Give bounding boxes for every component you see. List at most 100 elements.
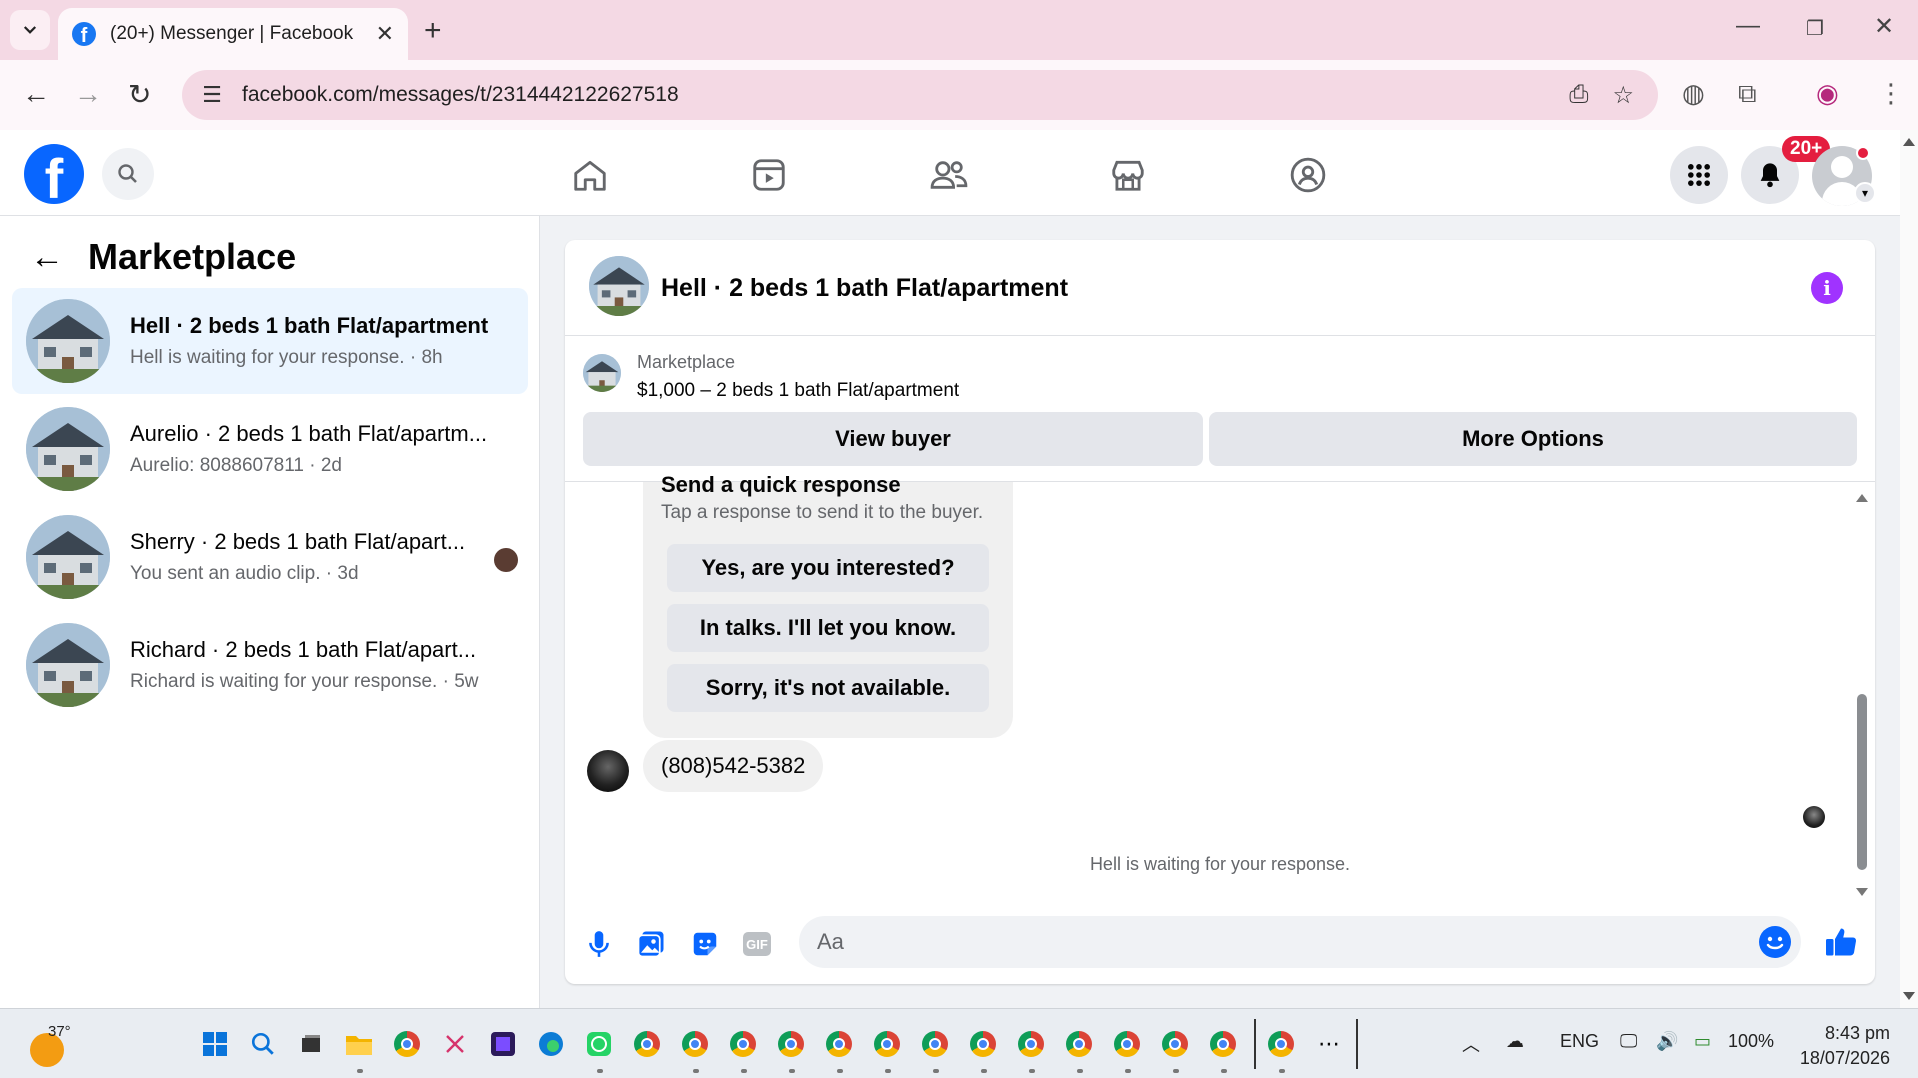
- edge-icon: [539, 1032, 563, 1056]
- nav-home[interactable]: [565, 150, 615, 200]
- clock-date: 18/07/2026: [1799, 1048, 1890, 1069]
- taskbar-chrome-profile[interactable]: [1016, 1029, 1046, 1059]
- taskbar-chrome-app[interactable]: [392, 1029, 422, 1059]
- running-indicator: [1221, 1069, 1227, 1073]
- quick-response-button[interactable]: In talks. I'll let you know.: [667, 604, 989, 652]
- browser-menu-icon[interactable]: ⋮: [1878, 78, 1904, 109]
- emoji-icon[interactable]: [1759, 926, 1791, 958]
- voice-clip-button[interactable]: [581, 926, 617, 962]
- message-input[interactable]: Aa: [799, 916, 1801, 968]
- restore-icon[interactable]: ❐: [1806, 16, 1824, 41]
- chat-scroll-thumb[interactable]: [1857, 694, 1867, 870]
- conversation-item[interactable]: Sherry · 2 beds 1 bath Flat/apart... You…: [12, 504, 528, 610]
- close-window-icon[interactable]: ✕: [1874, 12, 1894, 41]
- nav-groups[interactable]: [1283, 150, 1333, 200]
- taskbar-chrome-profile[interactable]: [1064, 1029, 1094, 1059]
- info-icon[interactable]: i: [1811, 272, 1843, 304]
- taskbar-chrome-app[interactable]: [632, 1029, 662, 1059]
- listing-label: Marketplace: [637, 352, 736, 372]
- tray-chevron-up-icon[interactable]: ︿: [1462, 1031, 1480, 1057]
- install-app-icon[interactable]: ⎙: [1569, 81, 1588, 109]
- taskbar-chrome-profile[interactable]: [1208, 1029, 1238, 1059]
- panel-title: Marketplace: [88, 236, 297, 277]
- close-tab-icon[interactable]: ✕: [376, 21, 394, 47]
- site-settings-icon[interactable]: ☰: [196, 82, 228, 108]
- start-button[interactable]: [200, 1029, 230, 1059]
- profile-icon[interactable]: ◉: [1816, 78, 1839, 109]
- taskbar-chrome-profile[interactable]: [728, 1029, 758, 1059]
- taskbar-chrome-profile[interactable]: [872, 1029, 902, 1059]
- system-clock[interactable]: 8:43 pm 18/07/2026: [1800, 1021, 1890, 1071]
- view-buyer-button[interactable]: View buyer: [583, 412, 1203, 466]
- tab-search-dropdown[interactable]: [10, 10, 50, 50]
- forward-arrow-icon[interactable]: →: [74, 78, 102, 110]
- taskbar-whatsapp-app[interactable]: [584, 1029, 614, 1059]
- task-view-button[interactable]: [296, 1029, 326, 1059]
- network-icon[interactable]: 🖵: [1620, 1031, 1637, 1052]
- account-chevron-icon[interactable]: ▾: [1854, 182, 1876, 204]
- taskbar-chrome-profile[interactable]: [824, 1029, 854, 1059]
- listing-price[interactable]: $1,000 – 2 beds 1 bath Flat/apartment: [637, 380, 959, 402]
- taskbar-edge-app[interactable]: [536, 1029, 566, 1059]
- listing-house-thumbnail: [26, 515, 110, 599]
- reload-icon[interactable]: ↻: [128, 78, 151, 111]
- scissors-icon: [446, 1035, 464, 1053]
- new-tab-button[interactable]: +: [424, 14, 442, 48]
- onedrive-cloud-icon[interactable]: ☁: [1506, 1031, 1524, 1052]
- quick-response-button[interactable]: Sorry, it's not available.: [667, 664, 989, 712]
- volume-icon[interactable]: 🔊: [1656, 1031, 1678, 1052]
- menu-grid-button[interactable]: [1670, 146, 1728, 204]
- nav-video[interactable]: [744, 150, 794, 200]
- battery-icon[interactable]: ▭: [1694, 1031, 1711, 1052]
- bookmark-star-icon[interactable]: ☆: [1612, 81, 1634, 110]
- minimize-icon[interactable]: —: [1736, 12, 1760, 40]
- sender-avatar[interactable]: [587, 750, 629, 792]
- taskbar-chrome-profile[interactable]: [968, 1029, 998, 1059]
- sticker-button[interactable]: [687, 926, 723, 962]
- snipping-tool-app[interactable]: [440, 1029, 470, 1059]
- back-arrow-icon[interactable]: ←: [30, 238, 64, 277]
- more-options-button[interactable]: More Options: [1209, 412, 1857, 466]
- running-indicator: [693, 1069, 699, 1073]
- conversation-item[interactable]: Aurelio · 2 beds 1 bath Flat/apartm... A…: [12, 396, 528, 502]
- taskbar-chrome-profile[interactable]: [776, 1029, 806, 1059]
- back-arrow-icon[interactable]: ←: [22, 78, 50, 110]
- taskbar-search-button[interactable]: [248, 1029, 278, 1059]
- nav-marketplace[interactable]: [1103, 150, 1153, 200]
- listing-house-thumbnail[interactable]: [589, 256, 649, 316]
- taskbar-chrome-profile[interactable]: [680, 1029, 710, 1059]
- taskbar-chrome-profile[interactable]: [1266, 1029, 1296, 1059]
- taskbar-app-purple[interactable]: [488, 1029, 518, 1059]
- gif-button[interactable]: GIF: [739, 926, 775, 962]
- facebook-search-button[interactable]: [102, 148, 154, 200]
- taskbar-overflow-icon[interactable]: ⋯: [1314, 1029, 1344, 1059]
- extensions-puzzle-icon[interactable]: ⧉: [1738, 78, 1757, 110]
- language-indicator[interactable]: ENG: [1560, 1031, 1599, 1052]
- conversation-item[interactable]: Hell · 2 beds 1 bath Flat/apartment Hell…: [12, 288, 528, 394]
- chat-header: Hell · 2 beds 1 bath Flat/apartment i: [565, 240, 1875, 336]
- thumbs-up-icon: [1826, 928, 1857, 956]
- chrome-icon: [778, 1031, 804, 1057]
- chrome-icon: [1162, 1031, 1188, 1057]
- attach-photo-button[interactable]: [633, 926, 669, 962]
- like-button[interactable]: [1821, 922, 1861, 962]
- taskbar-chrome-profile[interactable]: [1160, 1029, 1190, 1059]
- running-indicator: [357, 1069, 363, 1073]
- tab-title: (20+) Messenger | Facebook: [110, 23, 354, 44]
- globe-extension-icon[interactable]: ◍: [1682, 78, 1705, 109]
- chat-title[interactable]: Hell · 2 beds 1 bath Flat/apartment: [661, 274, 1068, 303]
- browser-tab-messenger[interactable]: f (20+) Messenger | Facebook ✕: [58, 8, 408, 60]
- message-bubble[interactable]: (808)542-5382: [643, 740, 824, 792]
- conversation-name: Aurelio · 2 beds 1 bath Flat/apartm...: [130, 421, 488, 446]
- address-bar[interactable]: ☰ facebook.com/messages/t/23144421226275…: [182, 70, 1658, 120]
- quick-response-button[interactable]: Yes, are you interested?: [667, 544, 989, 592]
- facebook-logo-icon[interactable]: f: [24, 144, 84, 204]
- file-explorer-button[interactable]: [344, 1029, 374, 1059]
- taskbar-chrome-profile[interactable]: [1112, 1029, 1142, 1059]
- conversation-item[interactable]: Richard · 2 beds 1 bath Flat/apart... Ri…: [12, 612, 528, 718]
- taskbar-chrome-profile[interactable]: [920, 1029, 950, 1059]
- nav-friends[interactable]: [924, 150, 974, 200]
- url-text[interactable]: facebook.com/messages/t/2314442122627518: [242, 83, 1569, 107]
- clock-time: 8:43 pm: [1824, 1023, 1890, 1043]
- page-scrollbar[interactable]: [1900, 130, 1918, 1008]
